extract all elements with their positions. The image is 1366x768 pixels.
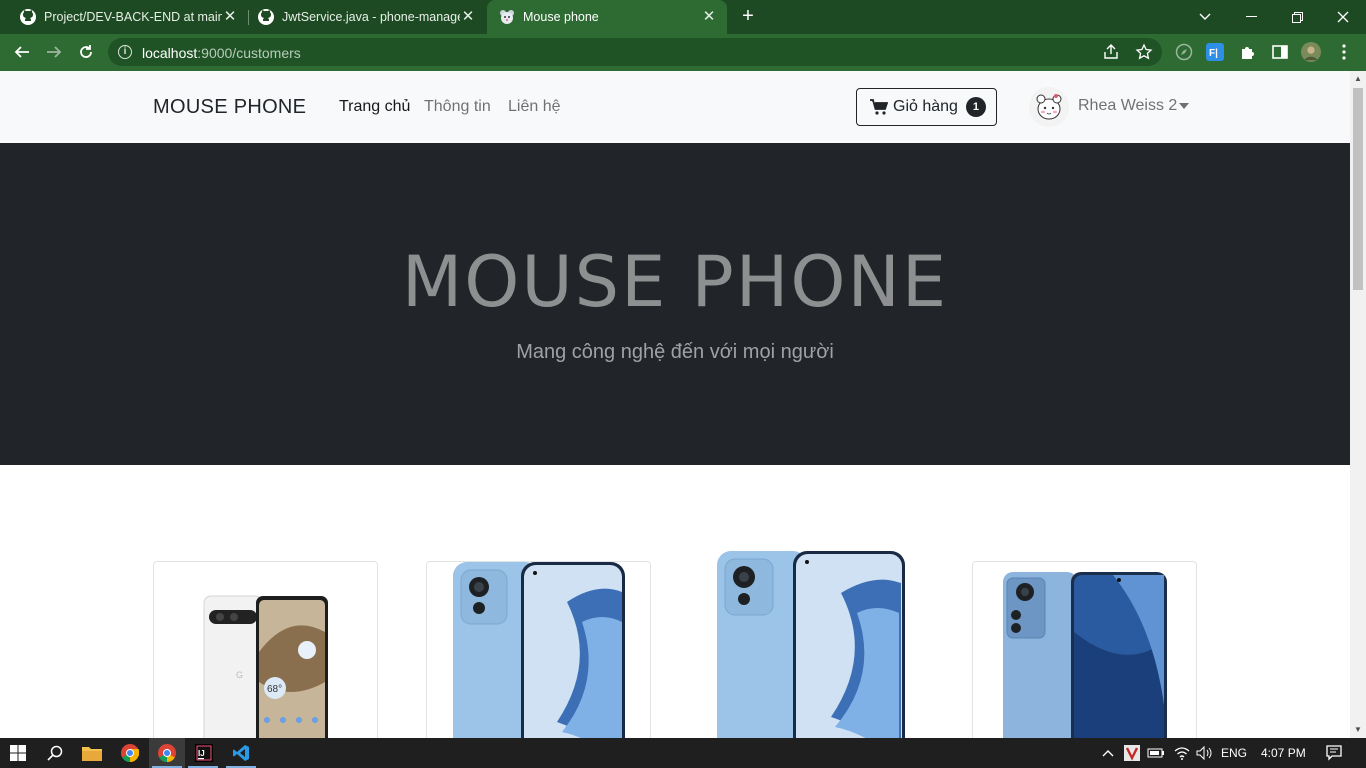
browser-tab-strip: Project/DEV-BACK-END at main · ✕ JwtServ… [0, 0, 1366, 34]
language-indicator[interactable]: ENG [1221, 746, 1247, 760]
tab-title: JwtService.java - phone-manager [282, 10, 460, 24]
tab-title: Project/DEV-BACK-END at main · [44, 10, 222, 24]
compass-extension-icon[interactable] [1174, 42, 1194, 62]
clock[interactable]: 4:07 PM [1261, 746, 1306, 760]
side-panel-icon[interactable] [1270, 42, 1290, 62]
product-card[interactable]: G 68° [153, 561, 378, 738]
product-image [717, 551, 905, 738]
url-text: localhost:9000/customers [142, 45, 301, 61]
site-navbar: MOUSE PHONE Trang chủ Thông tin Liên hệ … [0, 71, 1350, 143]
site-brand[interactable]: MOUSE PHONE [153, 96, 306, 119]
translate-extension-icon[interactable]: F| [1205, 42, 1225, 62]
scroll-up-arrow-icon[interactable]: ▲ [1354, 75, 1362, 83]
file-explorer-icon[interactable] [82, 743, 102, 763]
scrollbar-thumb[interactable] [1353, 88, 1363, 290]
browser-tab-jwtservice[interactable]: JwtService.java - phone-manager ✕ [238, 0, 486, 34]
svg-text:IJ: IJ [198, 749, 205, 758]
tab-search-chevron-icon[interactable] [1182, 0, 1228, 34]
product-card[interactable] [426, 561, 651, 738]
product-card[interactable] [699, 549, 924, 738]
share-icon[interactable] [1102, 43, 1120, 61]
chevron-up-icon[interactable] [1098, 743, 1118, 763]
cart-label: Giỏ hàng [893, 98, 958, 115]
mouse-logo-icon [499, 9, 515, 25]
svg-text:G: G [236, 670, 243, 680]
product-card[interactable] [972, 561, 1197, 738]
vscode-icon[interactable] [231, 743, 251, 763]
new-tab-plus-icon[interactable]: + [738, 6, 758, 26]
address-bar[interactable]: i localhost:9000/customers [108, 38, 1162, 66]
windows-taskbar: IJ ENG 4:07 PM [0, 738, 1366, 768]
product-image [453, 562, 625, 738]
product-image [1003, 572, 1167, 738]
profile-avatar-icon[interactable] [1301, 42, 1321, 62]
notifications-icon[interactable] [1324, 743, 1344, 763]
web-page: MOUSE PHONE Trang chủ Thông tin Liên hệ … [0, 71, 1350, 738]
cart-count-badge: 1 [965, 97, 986, 117]
scroll-down-arrow-icon[interactable]: ▼ [1354, 726, 1362, 734]
forward-arrow-icon[interactable] [42, 40, 66, 64]
browser-toolbar: i localhost:9000/customers F| [0, 34, 1366, 71]
chrome-icon[interactable] [120, 743, 140, 763]
svg-text:F|: F| [1209, 48, 1218, 59]
volume-icon[interactable] [1194, 743, 1214, 763]
back-arrow-icon[interactable] [10, 40, 34, 64]
chrome-menu-icon[interactable] [1334, 42, 1354, 62]
github-icon [20, 9, 36, 25]
user-name-dropdown[interactable]: Rhea Weiss 2 [1078, 97, 1177, 115]
hero-title: MOUSE PHONE [401, 241, 949, 323]
page-scrollbar[interactable]: ▲ ▼ [1350, 71, 1366, 738]
windows-start-icon[interactable] [8, 743, 28, 763]
nav-link-about[interactable]: Thông tin [424, 98, 491, 116]
close-window-icon[interactable] [1320, 0, 1366, 34]
shopping-cart-icon [870, 99, 889, 115]
close-icon[interactable]: ✕ [701, 9, 717, 25]
cart-button[interactable]: Giỏ hàng 1 [856, 88, 997, 126]
hero-banner: MOUSE PHONE Mang công nghệ đến với mọi n… [0, 143, 1350, 465]
battery-icon[interactable] [1146, 743, 1166, 763]
github-icon [258, 9, 274, 25]
nav-link-contact[interactable]: Liên hệ [508, 98, 561, 116]
puzzle-extensions-icon[interactable] [1238, 42, 1258, 62]
tab-title: Mouse phone [523, 10, 599, 24]
restore-icon[interactable] [1274, 0, 1320, 34]
product-image: G 68° [203, 595, 328, 738]
nav-link-home[interactable]: Trang chủ [339, 98, 410, 116]
svg-text:68°: 68° [267, 684, 282, 695]
url-host: localhost [142, 45, 198, 61]
reload-icon[interactable] [74, 40, 98, 64]
wifi-icon[interactable] [1172, 743, 1192, 763]
chrome-active-icon[interactable] [157, 743, 177, 763]
hero-subtitle: Mang công nghệ đến với mọi người [516, 341, 834, 363]
search-icon[interactable] [45, 743, 65, 763]
vivaldi-tray-icon[interactable] [1122, 743, 1142, 763]
browser-tab-mouse-phone[interactable]: Mouse phone ✕ [487, 0, 727, 34]
close-icon[interactable]: ✕ [460, 9, 476, 25]
intellij-icon[interactable]: IJ [194, 743, 214, 763]
browser-tab-github-project[interactable]: Project/DEV-BACK-END at main · ✕ [0, 0, 248, 34]
url-path: :9000/customers [197, 45, 301, 61]
close-icon[interactable]: ✕ [222, 9, 238, 25]
user-avatar[interactable] [1029, 87, 1069, 127]
bookmark-star-icon[interactable] [1135, 43, 1153, 61]
site-info-icon[interactable]: i [118, 45, 132, 59]
caret-down-icon[interactable] [1179, 103, 1189, 109]
minimize-icon[interactable] [1228, 0, 1274, 34]
